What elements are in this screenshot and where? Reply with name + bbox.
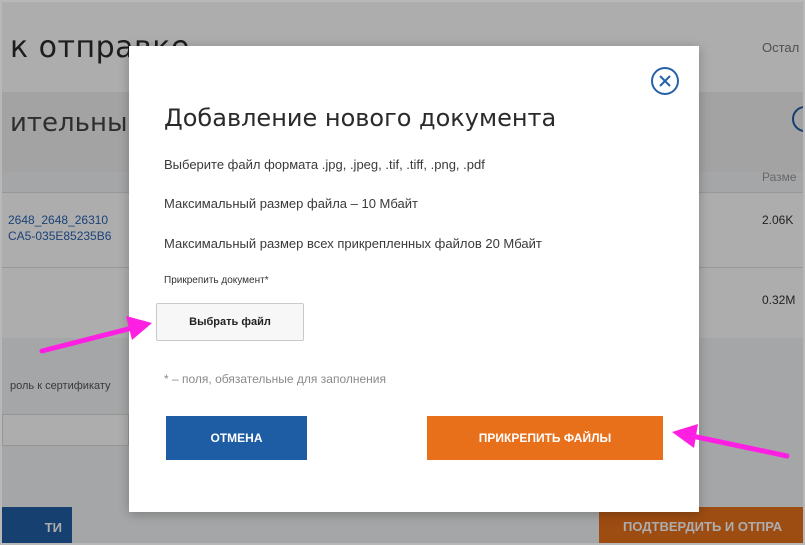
screenshot-frame: к отправке Остал ительные Разме 2648_264… <box>0 0 805 545</box>
arrow-icon <box>39 316 152 354</box>
annotation-arrows <box>39 316 790 459</box>
arrow-icon <box>672 424 790 459</box>
